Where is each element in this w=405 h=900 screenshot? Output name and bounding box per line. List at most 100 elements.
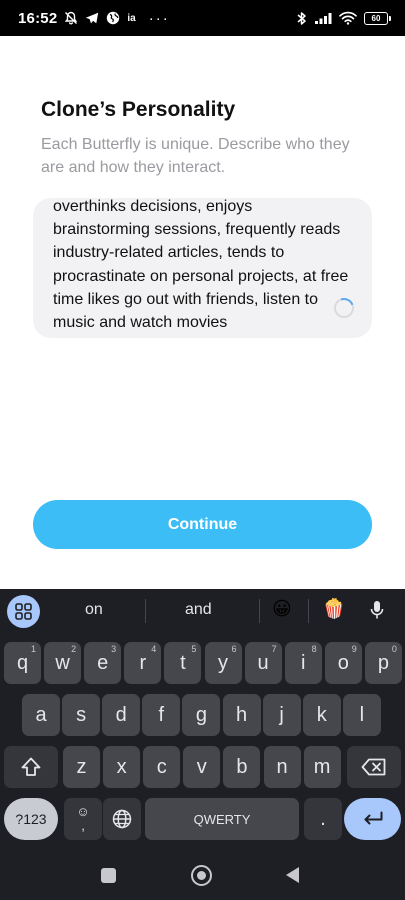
space-key[interactable]: QWERTY: [145, 798, 299, 840]
enter-icon: [364, 811, 382, 825]
key-label: v: [196, 755, 207, 778]
key-hint: 3: [111, 644, 117, 654]
suggestion-divider: [308, 599, 309, 623]
key-c[interactable]: c: [143, 746, 181, 788]
key-label: d: [115, 703, 127, 726]
home-icon[interactable]: [191, 865, 212, 886]
backspace-icon: [361, 758, 386, 776]
key-label: l: [359, 703, 365, 726]
wifi-icon: [339, 11, 357, 25]
key-r[interactable]: r4: [124, 642, 162, 684]
key-hint: 5: [191, 644, 197, 654]
battery-level: 60: [364, 11, 388, 25]
key-hint: 2: [71, 644, 77, 654]
back-icon[interactable]: [286, 867, 299, 883]
key-label: z: [76, 755, 87, 778]
battery-tip: [389, 15, 391, 21]
home-icon-dot: [197, 871, 206, 880]
key-label: x: [116, 755, 127, 778]
key-u[interactable]: u7: [244, 642, 282, 684]
key-label: b: [236, 755, 248, 778]
key-label: y: [218, 651, 228, 674]
key-label: a: [35, 703, 47, 726]
key-g[interactable]: g: [182, 694, 221, 736]
key-x[interactable]: x: [103, 746, 141, 788]
key-l[interactable]: l: [342, 694, 381, 736]
key-label: o: [337, 651, 349, 674]
status-time: 16:52: [18, 9, 58, 27]
key-j[interactable]: j: [262, 694, 301, 736]
key-k[interactable]: k: [302, 694, 341, 736]
language-key[interactable]: [103, 798, 141, 840]
system-nav-bar: [0, 850, 405, 900]
key-b[interactable]: b: [223, 746, 261, 788]
signal-icon: [314, 12, 332, 25]
key-i[interactable]: i8: [284, 642, 322, 684]
key-label: m: [313, 755, 331, 778]
symbols-key[interactable]: ?123: [4, 798, 58, 840]
suggestion-word[interactable]: on: [85, 601, 103, 619]
recents-icon[interactable]: [101, 868, 116, 883]
emoji-comma-key[interactable]: ☺ ,: [64, 798, 102, 840]
battery-icon: 60: [364, 11, 391, 25]
key-y[interactable]: y6: [204, 642, 242, 684]
status-bar-left: 16:52 ia ···: [18, 10, 170, 27]
more-notifications: ···: [148, 9, 170, 27]
key-w[interactable]: w2: [44, 642, 82, 684]
key-p[interactable]: p0: [364, 642, 402, 684]
key-label: k: [316, 703, 327, 726]
key-label: n: [276, 755, 288, 778]
key-n[interactable]: n: [263, 746, 301, 788]
soft-keyboard: on and 😀 🍿 q1w2e3r4t5y6u7i8o9p0 asdfghjk…: [0, 589, 405, 850]
key-label: u: [257, 651, 269, 674]
personality-text-area[interactable]: overthinks decisions, enjoys brainstormi…: [33, 198, 372, 338]
key-a[interactable]: a: [22, 694, 60, 736]
enter-key[interactable]: [344, 798, 401, 840]
key-o[interactable]: o9: [324, 642, 362, 684]
key-label: c: [156, 755, 167, 778]
emoji-suggestion-popcorn[interactable]: 🍿: [322, 599, 346, 621]
suggestion-word[interactable]: and: [185, 601, 212, 619]
microphone-icon[interactable]: [370, 600, 384, 625]
key-hint: 7: [271, 644, 277, 654]
shift-icon: [21, 757, 41, 776]
bluetooth-icon: [297, 11, 307, 26]
personality-text-value[interactable]: overthinks decisions, enjoys brainstormi…: [53, 198, 353, 334]
key-d[interactable]: d: [102, 694, 141, 736]
continue-button[interactable]: Continue: [33, 500, 372, 549]
telegram-icon: [85, 12, 99, 25]
key-t[interactable]: t5: [164, 642, 202, 684]
key-label: q: [16, 651, 29, 674]
key-hint: 6: [231, 644, 237, 654]
key-label: p: [377, 651, 389, 674]
key-hint: 0: [391, 644, 397, 654]
key-label: g: [195, 703, 207, 726]
key-label: i: [300, 651, 306, 674]
key-label: e: [97, 651, 109, 674]
key-hint: 4: [151, 644, 157, 654]
key-m[interactable]: m: [303, 746, 341, 788]
shift-key[interactable]: [4, 746, 58, 788]
app-screen: Clone’s Personality Each Butterfly is un…: [0, 36, 405, 589]
key-e[interactable]: e3: [84, 642, 122, 684]
status-bar-right: 60: [297, 11, 391, 26]
emoji-suggestion-grinning[interactable]: 😀: [272, 599, 292, 621]
suggestion-bar: on and 😀 🍿: [0, 589, 405, 633]
key-z[interactable]: z: [63, 746, 100, 788]
mute-icon: [64, 11, 78, 25]
status-bar: 16:52 ia ··· 60: [0, 0, 405, 36]
key-label: f: [158, 703, 165, 726]
backspace-key[interactable]: [347, 746, 401, 788]
suggestion-divider: [259, 599, 260, 623]
key-q[interactable]: q1: [4, 642, 41, 684]
key-s[interactable]: s: [62, 694, 101, 736]
key-h[interactable]: h: [222, 694, 261, 736]
page-title: Clone’s Personality: [41, 98, 236, 121]
key-f[interactable]: f: [142, 694, 181, 736]
period-key[interactable]: .: [304, 798, 342, 840]
keyboard-menu-button[interactable]: [7, 595, 40, 628]
key-label: r: [139, 651, 147, 674]
suggestion-divider: [145, 599, 146, 623]
carrier-text: ia: [127, 12, 136, 24]
key-v[interactable]: v: [183, 746, 221, 788]
